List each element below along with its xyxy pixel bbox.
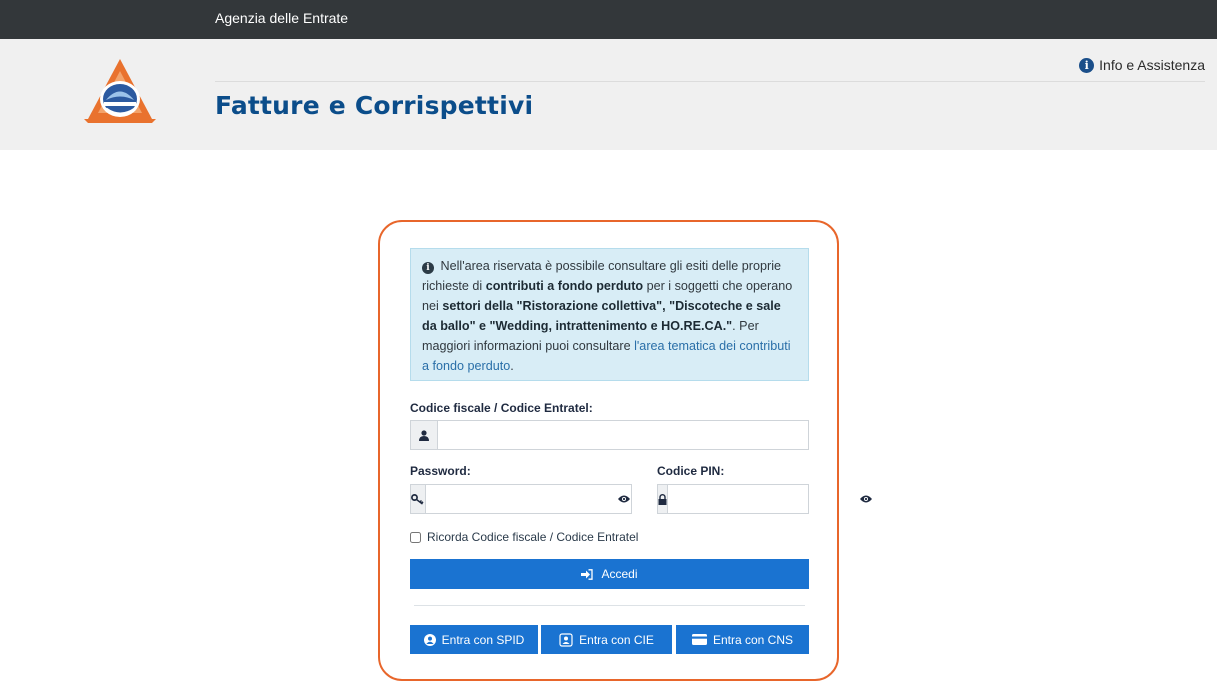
- show-password-eye-icon[interactable]: [618, 485, 632, 513]
- remember-checkbox[interactable]: [410, 531, 421, 543]
- codice-fiscale-field: [410, 420, 809, 450]
- info-icon: i: [422, 262, 434, 274]
- pin-field: [657, 484, 872, 514]
- accedi-button[interactable]: Accedi: [410, 559, 809, 589]
- cns-button[interactable]: Entra con CNS: [676, 625, 809, 654]
- cie-icon: [559, 632, 573, 647]
- notice-text-4: .: [510, 359, 514, 373]
- info-icon: i: [1079, 57, 1095, 73]
- spid-button[interactable]: Entra con SPID: [410, 625, 538, 654]
- agency-name: Agenzia delle Entrate: [215, 10, 349, 26]
- show-pin-eye-icon[interactable]: [860, 485, 872, 513]
- codice-fiscale-input[interactable]: [438, 421, 808, 449]
- key-icon: [411, 485, 426, 513]
- agenzia-logo[interactable]: [82, 57, 158, 123]
- info-assistenza-link[interactable]: i Info e Assistenza: [1079, 57, 1205, 73]
- password-field: [410, 484, 632, 514]
- password-input[interactable]: [425, 485, 618, 513]
- info-notice: i Nell'area riservata è possibile consul…: [410, 248, 809, 381]
- notice-bold-2: settori della "Ristorazione collettiva",…: [422, 299, 781, 333]
- accedi-label: Accedi: [601, 567, 638, 581]
- codice-fiscale-label: Codice fiscale / Codice Entratel:: [410, 401, 593, 415]
- cns-label: Entra con CNS: [712, 632, 794, 647]
- login-card: i Nell'area riservata è possibile consul…: [378, 220, 872, 681]
- divider: [414, 605, 805, 606]
- top-bar: Agenzia delle Entrate: [0, 0, 1217, 39]
- cie-button[interactable]: Entra con CIE: [541, 625, 672, 654]
- pin-label: Codice PIN:: [657, 464, 725, 478]
- cie-label: Entra con CIE: [579, 632, 654, 647]
- lock-icon: [658, 485, 668, 513]
- info-link-label: Info e Assistenza: [1099, 57, 1205, 73]
- site-header: i Info e Assistenza Fatture e Corrispett…: [0, 39, 1217, 150]
- sign-in-icon: [581, 568, 594, 580]
- password-label: Password:: [410, 464, 471, 478]
- pin-input[interactable]: [668, 485, 860, 513]
- remember-me[interactable]: Ricorda Codice fiscale / Codice Entratel: [410, 530, 638, 544]
- header-rule: [215, 81, 1205, 82]
- remember-label: Ricorda Codice fiscale / Codice Entratel: [427, 530, 639, 544]
- user-circle-icon: [423, 633, 436, 646]
- spid-label: Entra con SPID: [441, 632, 525, 647]
- notice-bold-1: contributi a fondo perduto: [485, 279, 644, 293]
- page-title: Fatture e Corrispettivi: [215, 91, 534, 120]
- credit-card-icon: [691, 634, 707, 645]
- user-icon: [411, 421, 438, 449]
